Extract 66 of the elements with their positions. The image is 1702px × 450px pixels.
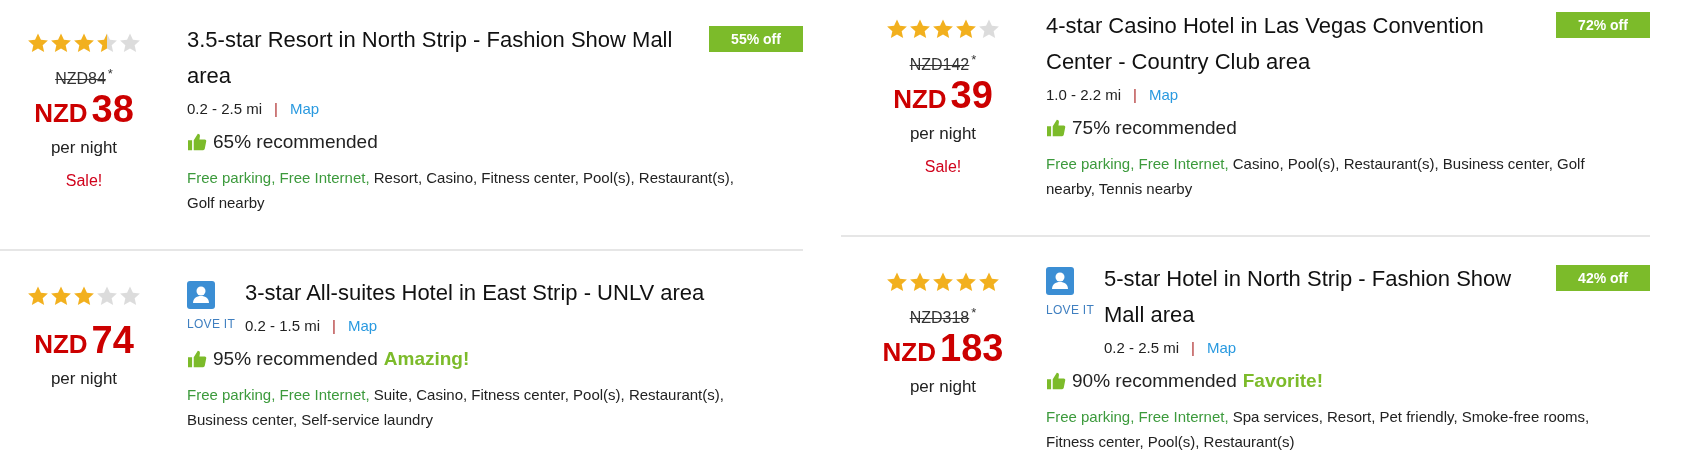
recommended-text: 65% recommended (213, 131, 378, 153)
star-icon (50, 32, 72, 54)
discount-badge: 42% off (1556, 265, 1650, 291)
separator: | (274, 100, 278, 117)
person-icon (187, 281, 215, 309)
price: NZD38 (34, 90, 134, 133)
amenities-text: Free parking, Free Internet, Casino, Pool(s), Restaurant(s), Business center, Golf nearby, Tennis nearby (1046, 154, 1586, 199)
original-price: NZD84$^{*}$ (55, 66, 113, 89)
person-icon (1046, 267, 1074, 295)
hotel-title[interactable]: 4-star Casino Hotel in Las Vegas Convention Center - Country Club area (1046, 8, 1540, 80)
star-icon (27, 285, 49, 307)
price: NZD 74 (34, 321, 134, 363)
separator: | (1191, 339, 1195, 356)
price: NZD39 (893, 76, 993, 119)
love-it-label: LOVE IT (187, 317, 236, 331)
star-icon (96, 285, 118, 307)
star-icon (73, 285, 95, 307)
sale-label: Sale! (65, 172, 103, 191)
separator: | (1133, 86, 1137, 103)
recommended-text: 75% recommended (1072, 117, 1237, 139)
distance-text: 0.2 - 1.5 mi (245, 317, 321, 334)
amenities-text: Free parking, Free Internet, Spa services, Resort, Pet friendly, Smoke-free rooms, Fitness center, Pool(s), Restaurant(s) (1046, 407, 1591, 450)
hotel-title[interactable]: 5-star Hotel in North Strip - Fashion Show Mall area (1104, 261, 1540, 333)
rating-label: Amazing! (383, 348, 470, 370)
star-icon (978, 18, 1000, 40)
original-price: NZD318$^{*}$ (909, 305, 977, 328)
rating-label: Favorite! (1242, 370, 1323, 392)
distance-text: 1.0 - 2.2 mi (1046, 86, 1122, 103)
per-night-label: per night (909, 124, 977, 145)
star-icon (978, 271, 1000, 293)
thumbs-up-icon (187, 133, 207, 151)
per-night-label: per night (50, 138, 118, 159)
star-icon (932, 18, 954, 40)
hotel-title[interactable]: 3.5-star Resort in North Strip - Fashion Show Mall area (187, 22, 693, 94)
thumbs-up-icon (187, 350, 207, 368)
star-icon (96, 32, 118, 54)
thumbs-up-icon (1046, 372, 1066, 390)
discount-badge: 55% off (709, 26, 803, 52)
star-icon (955, 271, 977, 293)
original-price: NZD142$^{*}$ (909, 52, 977, 75)
amenities-text: Free parking, Free Internet, Resort, Casino, Fitness center, Pool(s), Restaurant(s), Golf nearby (187, 168, 735, 213)
per-night-label: per night (50, 369, 118, 389)
hotel-title[interactable]: 3-star All-suites Hotel in East Strip - UNLV area (245, 275, 803, 311)
amenities-text: Free parking, Free Internet, Suite, Casino, Fitness center, Pool(s), Restaurant(s), Business center, Self-service laundry (187, 385, 725, 430)
star-icon (886, 271, 908, 293)
star-icon (119, 32, 141, 54)
star-icon (955, 18, 977, 40)
price: NZD 183 (882, 329, 1004, 372)
per-night-label: per night (909, 377, 977, 398)
star-icon (909, 271, 931, 293)
star-icon (27, 32, 49, 54)
thumbs-up-icon (1046, 119, 1066, 137)
distance-text: 0.2 - 2.5 mi (1104, 339, 1180, 356)
recommended-text: 90% recommended (1072, 370, 1237, 392)
discount-badge: 72% off (1556, 12, 1650, 38)
star-icon (119, 285, 141, 307)
star-icon (886, 18, 908, 40)
separator: | (332, 317, 336, 334)
star-icon (909, 18, 931, 40)
star-icon (50, 285, 72, 307)
distance-text: 0.2 - 2.5 mi (187, 100, 263, 117)
sale-label: Sale! (924, 158, 962, 177)
star-icon (73, 32, 95, 54)
recommended-text: 95% recommended (213, 348, 378, 370)
love-it-label: LOVE IT (1046, 303, 1095, 317)
star-icon (932, 271, 954, 293)
